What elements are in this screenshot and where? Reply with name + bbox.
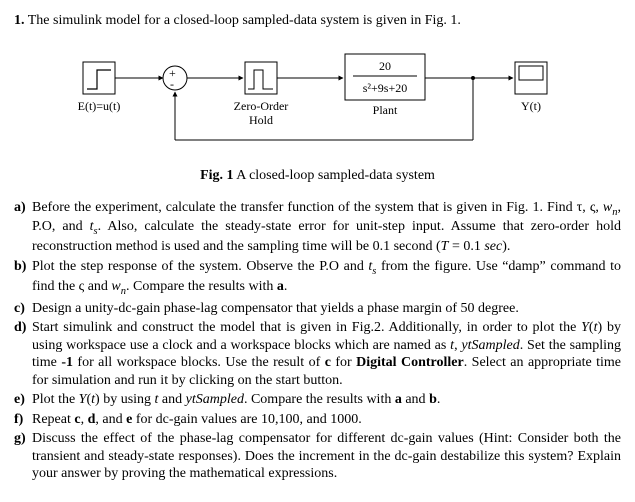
question-parts: a) Before the experiment, calculate the … <box>14 199 621 483</box>
simulink-diagram-svg: E(t)=u(t) + - Zero-Order Hold 20 s²+9s+2… <box>73 40 563 150</box>
part-f-label: f) <box>14 411 32 429</box>
part-b-label: b) <box>14 258 32 298</box>
question-number: 1. <box>14 13 25 28</box>
part-d: d) Start simulink and construct the mode… <box>14 319 621 389</box>
plant-label: Plant <box>372 103 397 117</box>
figure-caption: Fig. 1 A closed-loop sampled-data system <box>14 167 621 185</box>
part-c-body: Design a unity-dc-gain phase-lag compens… <box>32 300 621 318</box>
part-d-label: d) <box>14 319 32 389</box>
block-diagram: E(t)=u(t) + - Zero-Order Hold 20 s²+9s+2… <box>14 40 621 156</box>
zoh-label-2: Hold <box>249 113 273 127</box>
svg-text:-: - <box>170 77 174 91</box>
part-g-body: Discuss the effect of the phase-lag comp… <box>32 430 621 483</box>
part-g: g) Discuss the effect of the phase-lag c… <box>14 430 621 483</box>
part-e-label: e) <box>14 391 32 409</box>
part-e: e) Plot the Y(t) by using t and ytSample… <box>14 391 621 409</box>
caption-bold: Fig. 1 <box>200 168 233 183</box>
part-f-body: Repeat c, d, and e for dc-gain values ar… <box>32 411 621 429</box>
zoh-label-1: Zero-Order <box>233 99 288 113</box>
part-d-body: Start simulink and construct the model t… <box>32 319 621 389</box>
question-intro: 1. The simulink model for a closed-loop … <box>14 12 621 30</box>
output-label: Y(t) <box>521 99 541 113</box>
input-label: E(t)=u(t) <box>77 99 120 113</box>
part-f: f) Repeat c, d, and e for dc-gain values… <box>14 411 621 429</box>
part-c: c) Design a unity-dc-gain phase-lag comp… <box>14 300 621 318</box>
part-b: b) Plot the step response of the system.… <box>14 258 621 298</box>
part-g-label: g) <box>14 430 32 483</box>
part-e-body: Plot the Y(t) by using t and ytSampled. … <box>32 391 621 409</box>
part-c-label: c) <box>14 300 32 318</box>
plant-denominator: s²+9s+20 <box>362 81 406 95</box>
part-a-body: Before the experiment, calculate the tra… <box>32 199 621 256</box>
part-b-body: Plot the step response of the system. Ob… <box>32 258 621 298</box>
part-a-label: a) <box>14 199 32 256</box>
plant-numerator: 20 <box>379 59 391 73</box>
caption-rest: A closed-loop sampled-data system <box>234 168 435 183</box>
part-a: a) Before the experiment, calculate the … <box>14 199 621 256</box>
question-text: The simulink model for a closed-loop sam… <box>28 13 461 28</box>
